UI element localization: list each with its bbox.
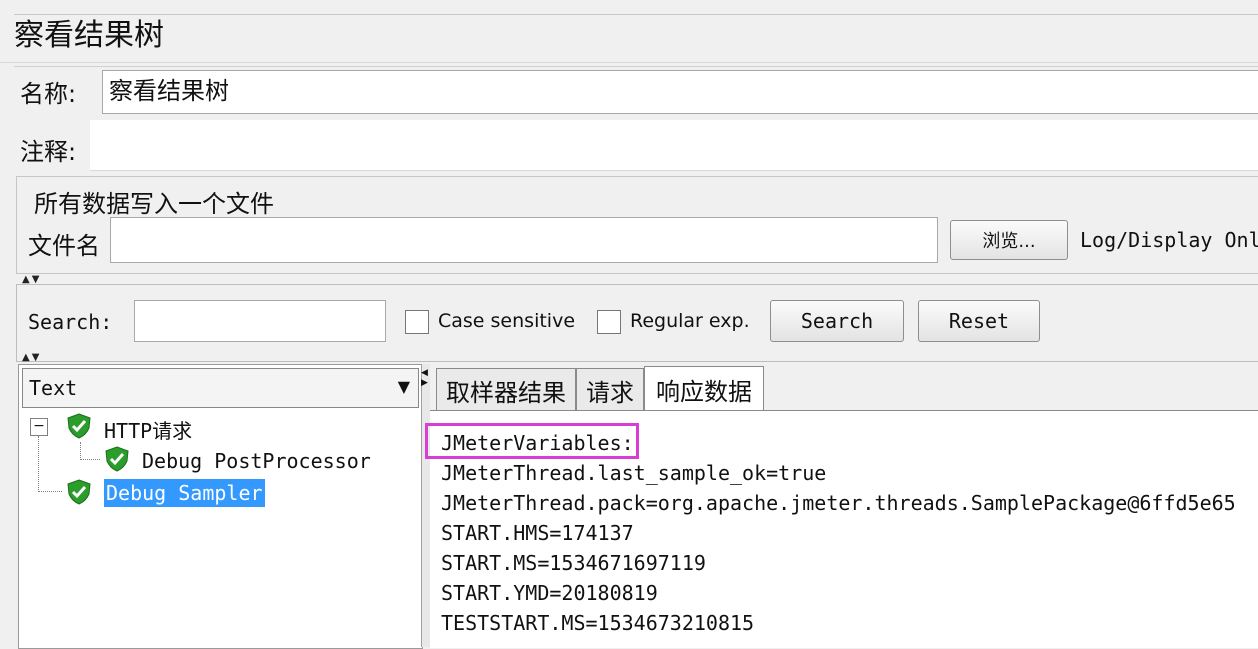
splitter-arrows-icon[interactable]: ▲▼ (22, 352, 41, 363)
log-display-label: Log/Display Onl (1080, 228, 1258, 252)
collapse-toggle-icon[interactable]: − (30, 418, 48, 436)
tree-line (80, 459, 100, 460)
case-sensitive-label: Case sensitive (438, 310, 576, 332)
success-shield-icon (67, 479, 91, 505)
success-shield-icon (67, 413, 91, 439)
comment-field[interactable] (90, 120, 1258, 171)
tree-node-http-request[interactable]: HTTP请求 (104, 415, 192, 444)
renderer-select[interactable]: Text ▼ (22, 368, 419, 408)
name-label: 名称: (20, 80, 77, 108)
response-line: JMeterThread.last_sample_ok=true (441, 461, 827, 485)
reset-button[interactable]: Reset (918, 300, 1040, 342)
search-button[interactable]: Search (770, 300, 904, 342)
regex-label: Regular exp. (630, 310, 750, 332)
frame-border (14, 14, 1258, 15)
chevron-down-icon: ▼ (397, 377, 410, 396)
tab-request[interactable]: 请求 (576, 368, 644, 411)
response-line: START.MS=1534671697119 (441, 551, 706, 575)
page-title: 察看结果树 (14, 18, 164, 53)
name-field-value: 察看结果树 (109, 77, 229, 105)
name-field[interactable]: 察看结果树 (102, 70, 1258, 114)
response-line: TESTSTART.MS=1534673210815 (441, 611, 755, 635)
response-line: JMeterThread.pack=org.apache.jmeter.thre… (441, 491, 1236, 515)
divider-arrows-icon[interactable]: ◀ ▶ (421, 368, 428, 388)
tab-response-data[interactable]: 响应数据 (644, 366, 764, 411)
tree-line (80, 442, 81, 460)
regex-checkbox[interactable] (597, 310, 621, 334)
title-bar (0, 0, 1258, 63)
panel-divider[interactable] (421, 364, 430, 647)
tab-sampler-result[interactable]: 取样器结果 (436, 368, 576, 411)
tree-node-debug-postprocessor[interactable]: Debug PostProcessor (142, 449, 371, 473)
success-shield-icon (105, 446, 129, 472)
filename-input[interactable] (110, 217, 938, 263)
filename-label: 文件名 (28, 232, 100, 260)
case-sensitive-checkbox[interactable] (405, 310, 429, 334)
tree-node-debug-sampler[interactable]: Debug Sampler (104, 479, 265, 507)
browse-button[interactable]: 浏览... (950, 220, 1068, 260)
search-label: Search: (28, 310, 113, 334)
response-line: START.YMD=20180819 (441, 581, 658, 605)
search-input[interactable] (134, 300, 386, 342)
highlight-box (425, 423, 639, 459)
tree-line (38, 436, 39, 492)
comment-label: 注释: (20, 138, 77, 166)
response-line: START.HMS=174137 (441, 521, 634, 545)
renderer-select-value: Text (29, 376, 78, 400)
file-group-title: 所有数据写入一个文件 (34, 190, 274, 218)
tree-line (38, 491, 62, 492)
